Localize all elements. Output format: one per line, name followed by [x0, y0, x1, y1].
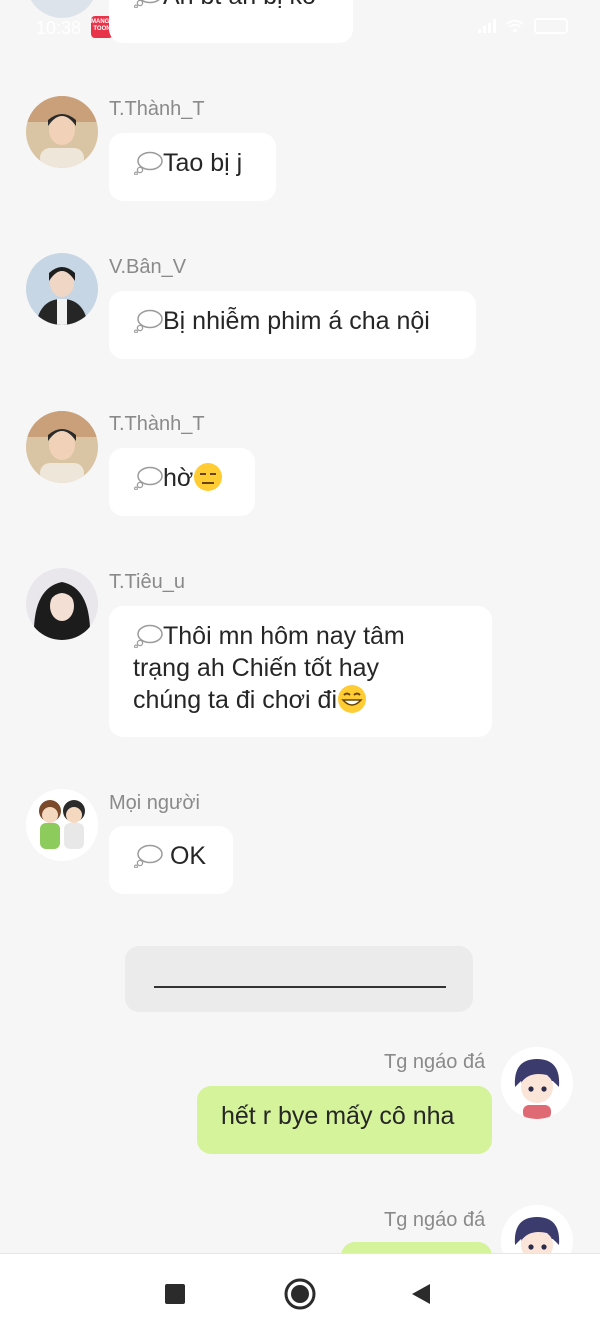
avatar[interactable]	[26, 253, 98, 325]
message-bubble: OK	[109, 826, 233, 894]
message-text: Tao bị j	[163, 149, 243, 177]
message-bubble: Bị nhiễm phim á cha nội	[109, 291, 476, 359]
message-bubble: hờ	[109, 448, 255, 516]
thought-bubble-icon	[134, 466, 163, 490]
thought-bubble-icon	[134, 0, 160, 8]
home-icon[interactable]	[284, 1278, 316, 1310]
message-bubble: Thôi mn hôm nay tâm trạng ah Chiến tốt h…	[109, 606, 492, 737]
avatar[interactable]	[501, 1047, 573, 1119]
thought-bubble-icon	[134, 309, 163, 333]
message-text-line: chúng ta đi chơi đi	[133, 686, 338, 714]
back-icon[interactable]	[410, 1282, 432, 1306]
thought-bubble-icon	[134, 624, 163, 648]
thought-bubble-icon	[134, 844, 163, 868]
status-icons	[478, 18, 568, 34]
message-bubble-self: hết r bye mấy cô nha	[197, 1086, 492, 1154]
sender-name: Tg ngáo đá	[384, 1051, 486, 1073]
avatar[interactable]	[26, 568, 98, 640]
sender-name: V.Bân_V	[109, 256, 187, 278]
avatar[interactable]	[26, 411, 98, 483]
sender-name: T.Tiêu_u	[109, 571, 185, 593]
battery-icon	[534, 18, 568, 34]
avatar[interactable]	[26, 96, 98, 168]
divider-line	[154, 986, 446, 988]
grinning-emoji-icon	[338, 685, 367, 713]
message-text-line: Thôi mn hôm nay tâm	[163, 622, 405, 650]
sender-name: T.Thành_T	[109, 98, 205, 120]
message-text: hết r bye mấy cô nha	[221, 1102, 455, 1130]
message-text: hờ	[163, 464, 194, 492]
message-text: Ah bt ah bị ko	[163, 0, 316, 10]
thought-bubble-icon	[134, 151, 163, 175]
sender-name: T.Thành_T	[109, 413, 205, 435]
signal-icon	[478, 19, 496, 33]
wifi-icon	[506, 19, 524, 33]
message-bubble: Ah bt ah bị ko	[109, 0, 353, 43]
divider-box	[125, 946, 473, 1012]
expressionless-emoji-icon	[194, 463, 223, 491]
avatar[interactable]	[26, 789, 98, 861]
status-time: 10:38	[36, 18, 82, 38]
sender-name: Tg ngáo đá	[384, 1209, 486, 1231]
message-text: Bị nhiễm phim á cha nội	[163, 307, 430, 335]
navigation-bar	[0, 1253, 600, 1334]
message-bubble: Tao bị j	[109, 133, 276, 201]
sender-name: Mọi người	[109, 792, 200, 814]
message-text: OK	[163, 842, 207, 870]
recent-apps-icon[interactable]	[164, 1283, 186, 1305]
message-text-line: trạng ah Chiến tốt hay	[133, 654, 379, 682]
